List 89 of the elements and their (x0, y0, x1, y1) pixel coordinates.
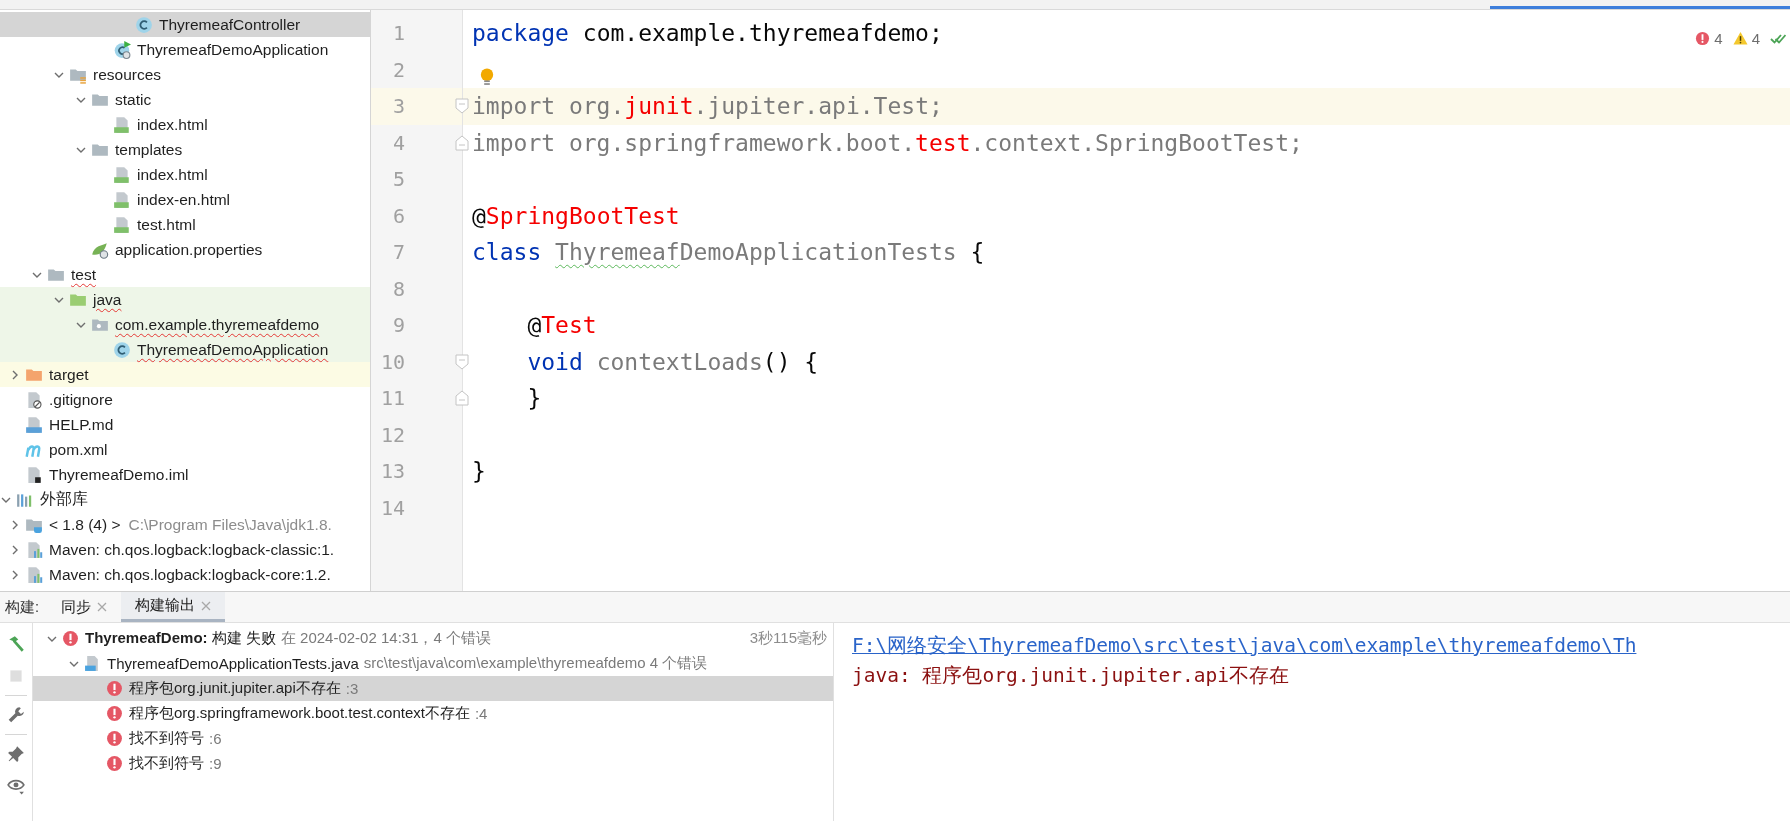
class-icon (113, 40, 131, 59)
code-line: void contextLoads() { (526, 347, 819, 377)
code-line: @SpringBootTest (471, 201, 680, 231)
code-line: package com.example.thyremeafdemo; (471, 19, 943, 48)
error-icon (62, 630, 79, 647)
html-file-icon (113, 115, 131, 134)
stop-icon (7, 667, 25, 685)
tree-item[interactable]: < 1.8 (4) > C:\Program Files\Java\jdk1.8. (0, 512, 370, 537)
hammer-icon (7, 635, 25, 653)
tree-item[interactable]: java (0, 287, 370, 312)
line-number: 13 (379, 459, 405, 484)
tree-item[interactable]: resources (0, 62, 370, 87)
java-file-icon (84, 655, 101, 672)
tree-item[interactable]: test (0, 262, 370, 287)
class-icon (135, 15, 153, 34)
fold-marker-icon[interactable] (455, 353, 469, 370)
tree-item[interactable]: index.html (0, 162, 370, 187)
tree-item[interactable]: static (0, 87, 370, 112)
tree-item[interactable]: target (0, 362, 370, 387)
line-number: 14 (379, 495, 405, 520)
wrench-icon (7, 706, 25, 724)
tree-item[interactable]: templates (0, 137, 370, 162)
html-file-icon (113, 165, 131, 184)
tree-item[interactable]: test.html (0, 212, 370, 237)
line-number: 4 (391, 130, 405, 155)
eye-icon (7, 777, 25, 795)
tree-item[interactable]: 外部库 (0, 487, 370, 512)
code-line: } (471, 457, 486, 486)
warning-count: 4 (1751, 30, 1760, 47)
fold-marker-icon[interactable] (455, 134, 469, 151)
line-number: 12 (379, 422, 405, 447)
error-icon (106, 705, 123, 722)
error-icon (106, 730, 123, 747)
line-number: 1 (391, 21, 405, 46)
file-link[interactable]: F:\网络安全\ThyremeafDemo\src\test\java\com\example\thyremeafdemo\Th (852, 631, 1790, 661)
tree-item[interactable]: application.properties (0, 237, 370, 262)
tree-item[interactable]: index-en.html (0, 187, 370, 212)
warning-icon (1732, 31, 1748, 46)
fold-marker-icon[interactable] (455, 98, 469, 115)
build-tree-item[interactable]: ThyremeafDemo: 构建 失败 在 2024-02-02 14:31，4 个错误 3秒115毫秒 (33, 626, 833, 651)
line-number: 10 (379, 349, 405, 374)
tree-item[interactable]: Maven: ch.qos.logback:logback-core:1.2. (0, 562, 370, 587)
error-count: 4 (1714, 30, 1723, 47)
tree-item[interactable]: ThyremeafDemoApplication (0, 37, 370, 62)
error-icon (106, 680, 123, 697)
tree-item[interactable]: HELP.md (0, 412, 370, 437)
line-number: 11 (379, 386, 405, 411)
tree-item[interactable]: pom.xml (0, 437, 370, 462)
build-tree-item[interactable]: ThyremeafDemoApplicationTests.java src\test\java\com\example\thyremeafdemo 4 个错误 (33, 651, 833, 676)
fold-marker-icon[interactable] (455, 390, 469, 407)
code-line: import org.springframework.boot.test.context.SpringBootTest; (471, 128, 1303, 158)
line-number: 7 (391, 240, 405, 265)
tree-item[interactable]: Maven: ch.qos.logback:logback-classic:1. (0, 537, 370, 562)
lightbulb-icon[interactable] (480, 67, 494, 86)
pin-icon (7, 745, 25, 763)
build-tree-item[interactable]: 找不到符号 :6 (33, 726, 833, 751)
error-message: java: 程序包org.junit.jupiter.api不存在 (852, 663, 1290, 689)
html-file-icon (113, 190, 131, 209)
line-number: 6 (391, 203, 405, 228)
code-line: } (526, 384, 542, 413)
tree-item[interactable]: com.example.thyremeafdemo (0, 312, 370, 337)
line-number: 5 (391, 167, 405, 192)
error-icon (1695, 31, 1711, 46)
class-icon (113, 340, 131, 359)
code-line: class ThyremeafDemoApplicationTests { (471, 238, 985, 267)
line-number: 3 (391, 94, 405, 119)
properties-file-icon (91, 240, 109, 259)
line-number: 8 (391, 276, 405, 301)
module-file-icon (25, 465, 43, 484)
tree-item[interactable]: index.html (0, 112, 370, 137)
tree-item[interactable]: ThyremeafController (0, 12, 370, 37)
error-icon (106, 755, 123, 772)
tree-item[interactable]: ThyremeafDemoApplication (0, 337, 370, 362)
library-icon (25, 565, 43, 584)
html-file-icon (113, 215, 131, 234)
code-line: @Test (526, 311, 597, 340)
build-tree-item[interactable]: 程序包org.springframework.boot.test.context不存在 :4 (33, 701, 833, 726)
markdown-file-icon (25, 415, 43, 434)
build-tree-item[interactable]: 程序包org.junit.jupiter.api不存在 :3 (33, 676, 833, 701)
tree-item[interactable]: .gitignore (0, 387, 370, 412)
panel-label: 构建: (4, 597, 41, 617)
ignored-file-icon (25, 390, 43, 409)
line-number: 9 (391, 313, 405, 338)
library-icon (25, 540, 43, 559)
tab[interactable]: 构建输出 (121, 592, 226, 622)
build-tree-item[interactable]: 找不到符号 :9 (33, 751, 833, 776)
line-number: 2 (391, 57, 405, 82)
tree-item[interactable]: ThyremeafDemo.iml (0, 462, 370, 487)
tab[interactable]: 同步 (47, 592, 122, 622)
